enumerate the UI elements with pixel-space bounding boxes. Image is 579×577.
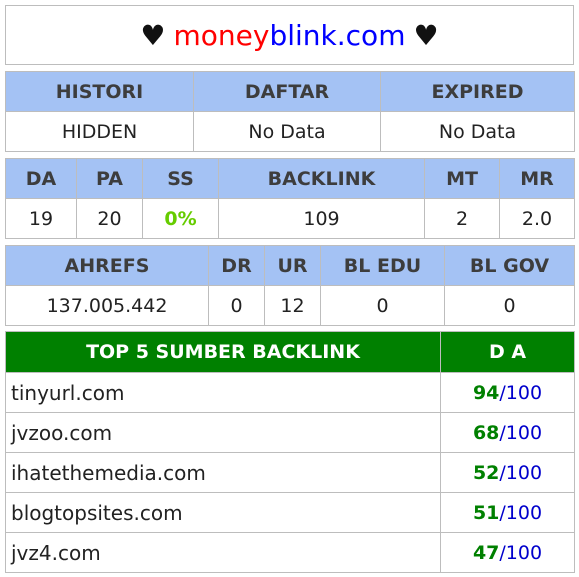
metrics-table: DA PA SS BACKLINK MT MR 19 20 0% 109 2 2… (5, 158, 575, 239)
table-row: ihatethemedia.com 52/100 (5, 452, 575, 493)
header-top5: TOP 5 SUMBER BACKLINK (5, 331, 441, 373)
header-bl-edu: BL EDU (320, 245, 445, 286)
table-row: blogtopsites.com 51/100 (5, 492, 575, 533)
da-max: /100 (499, 381, 543, 404)
history-table: HISTORI DAFTAR EXPIRED HIDDEN No Data No… (5, 71, 575, 152)
da-value: 51 (472, 501, 500, 524)
header-bl-gov: BL GOV (444, 245, 575, 286)
header-mr: MR (499, 158, 575, 199)
value-mt: 2 (424, 198, 500, 239)
table-row: jvz4.com 47/100 (5, 532, 575, 573)
backlink-site[interactable]: jvz4.com (5, 532, 441, 573)
da-max: /100 (499, 501, 543, 524)
ahrefs-table: AHREFS DR UR BL EDU BL GOV 137.005.442 0… (5, 245, 575, 326)
heart-icon: ♥ (140, 18, 166, 52)
header-backlink: BACKLINK (218, 158, 425, 199)
da-value: 94 (472, 381, 500, 404)
value-ahrefs: 137.005.442 (5, 285, 209, 326)
value-bl-gov: 0 (444, 285, 575, 326)
backlink-da: 68/100 (440, 412, 575, 453)
site-title[interactable]: moneyblink.com (174, 19, 406, 52)
value-dr: 0 (208, 285, 265, 326)
header-ahrefs: AHREFS (5, 245, 209, 286)
da-max: /100 (499, 421, 543, 444)
table-row: jvzoo.com 68/100 (5, 412, 575, 453)
value-histori: HIDDEN (5, 111, 194, 152)
page: ♥ moneyblink.com ♥ HISTORI DAFTAR EXPIRE… (0, 0, 579, 577)
value-ur: 12 (264, 285, 321, 326)
da-max: /100 (499, 541, 543, 564)
site-title-part1: money (173, 18, 270, 52)
value-expired: No Data (380, 111, 575, 152)
top-backlinks-table: TOP 5 SUMBER BACKLINK D A tinyurl.com 94… (5, 331, 575, 573)
value-backlink: 109 (218, 198, 425, 239)
da-value: 52 (472, 461, 500, 484)
backlink-site[interactable]: ihatethemedia.com (5, 452, 441, 493)
site-title-part2: blink.com (269, 18, 406, 52)
header-ss: SS (142, 158, 219, 199)
table-row: tinyurl.com 94/100 (5, 372, 575, 413)
da-max: /100 (499, 461, 543, 484)
header-da-col: D A (440, 331, 575, 373)
backlink-da: 94/100 (440, 372, 575, 413)
da-value: 68 (472, 421, 500, 444)
backlink-da: 51/100 (440, 492, 575, 533)
backlink-da: 52/100 (440, 452, 575, 493)
value-da: 19 (5, 198, 77, 239)
heart-icon: ♥ (413, 18, 439, 52)
header-da: DA (5, 158, 77, 199)
value-bl-edu: 0 (320, 285, 445, 326)
header-expired: EXPIRED (380, 71, 575, 112)
header-histori: HISTORI (5, 71, 194, 112)
header-pa: PA (76, 158, 143, 199)
backlink-da: 47/100 (440, 532, 575, 573)
header-dr: DR (208, 245, 265, 286)
backlink-site[interactable]: blogtopsites.com (5, 492, 441, 533)
da-value: 47 (472, 541, 500, 564)
header-daftar: DAFTAR (193, 71, 381, 112)
backlink-site[interactable]: tinyurl.com (5, 372, 441, 413)
value-pa: 20 (76, 198, 143, 239)
header-mt: MT (424, 158, 500, 199)
value-ss: 0% (142, 198, 219, 239)
value-daftar: No Data (193, 111, 381, 152)
site-title-box: ♥ moneyblink.com ♥ (5, 5, 574, 65)
header-ur: UR (264, 245, 321, 286)
backlink-site[interactable]: jvzoo.com (5, 412, 441, 453)
value-mr: 2.0 (499, 198, 575, 239)
